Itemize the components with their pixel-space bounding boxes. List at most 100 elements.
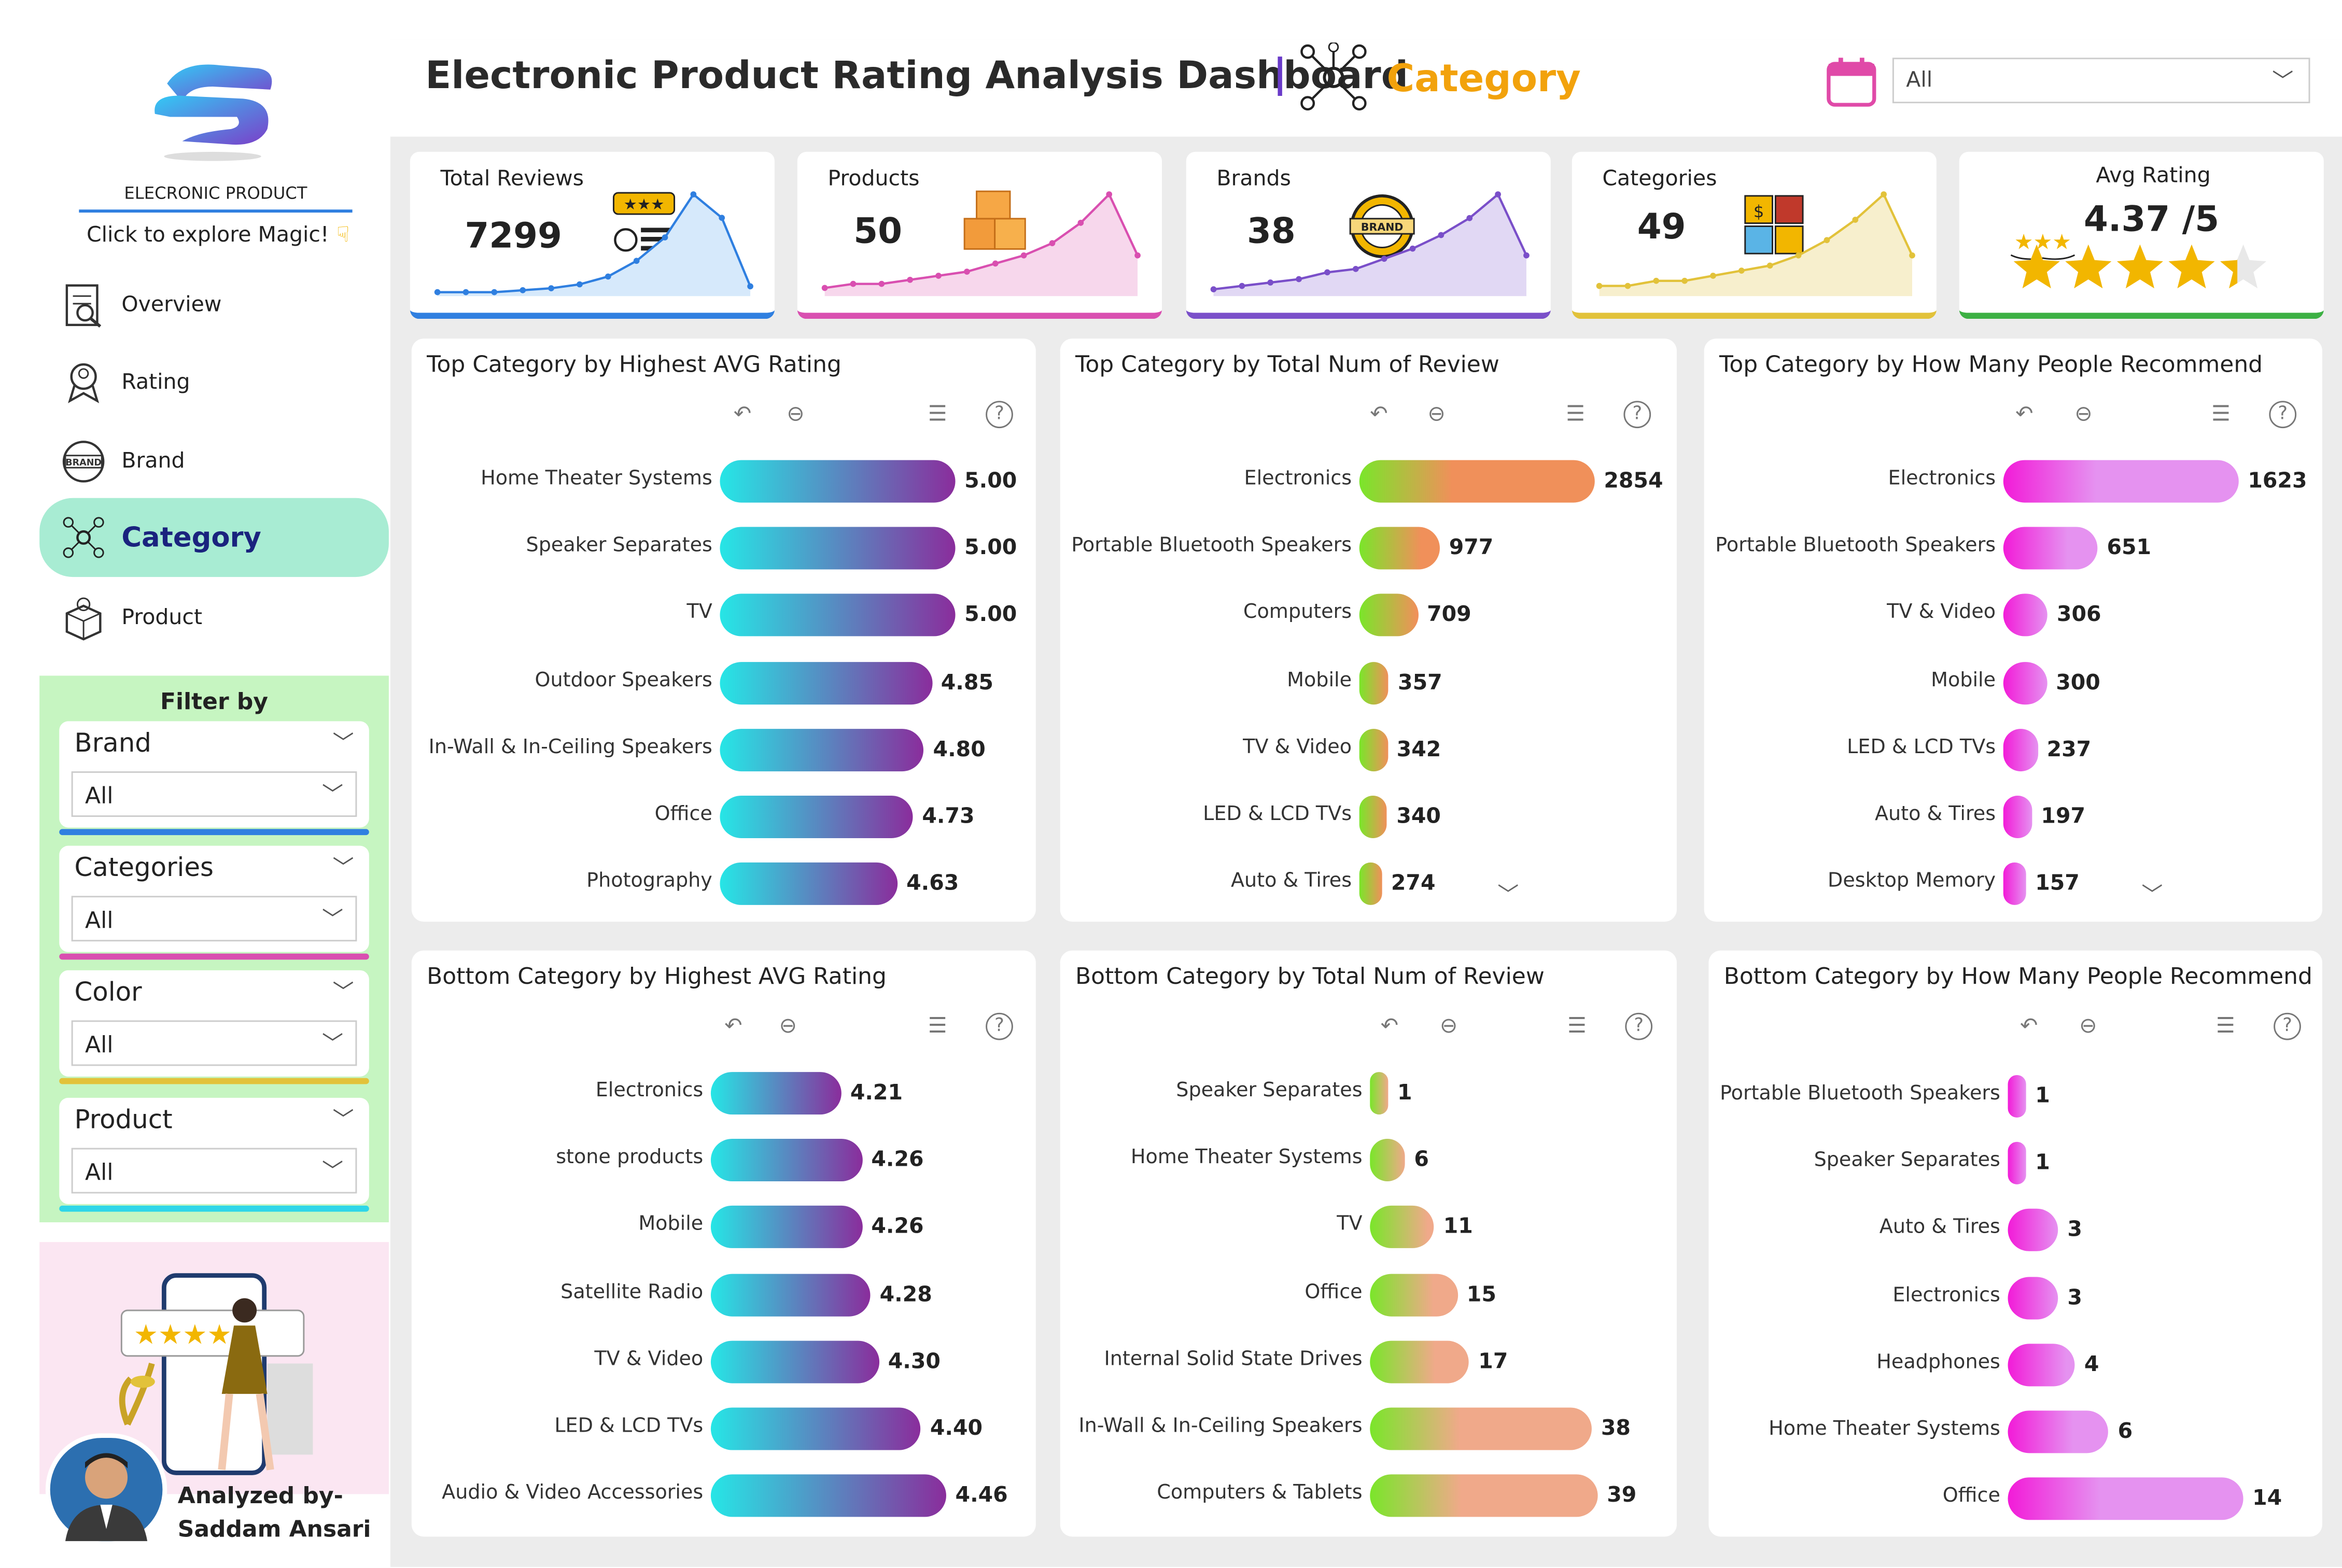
bar-row[interactable]: LED & LCD TVs 4.40 xyxy=(412,1407,1036,1453)
bar[interactable] xyxy=(2003,863,2026,906)
bar-row[interactable]: Mobile 300 xyxy=(1704,661,2322,707)
undo-icon[interactable]: ↶ xyxy=(1381,1014,1398,1039)
bar-row[interactable]: Home Theater Systems 5.00 xyxy=(412,460,1036,506)
bar-row[interactable]: Auto & Tires 274 xyxy=(1060,863,1677,908)
bar-row[interactable]: In-Wall & In-Ceiling Speakers 38 xyxy=(1060,1407,1677,1453)
nav-product[interactable]: Product xyxy=(61,588,380,648)
bar[interactable] xyxy=(710,1273,871,1316)
bar-row[interactable]: TV 5.00 xyxy=(412,594,1036,640)
help-icon[interactable]: ? xyxy=(2269,401,2297,429)
zoom-out-icon[interactable]: ⊖ xyxy=(2079,1014,2097,1039)
bar[interactable] xyxy=(1359,863,1382,906)
bar[interactable] xyxy=(2003,728,2038,771)
bar[interactable] xyxy=(2003,594,2048,637)
list-icon[interactable]: ☰ xyxy=(1567,1014,1587,1039)
nav-overview[interactable]: Overview xyxy=(61,275,380,335)
zoom-out-icon[interactable]: ⊖ xyxy=(1440,1014,1457,1039)
bar-row[interactable]: Office 14 xyxy=(1708,1477,2322,1523)
bar[interactable] xyxy=(2003,460,2239,503)
bar-row[interactable]: Portable Bluetooth Speakers 977 xyxy=(1060,527,1677,573)
bar[interactable] xyxy=(1359,728,1388,771)
bar-row[interactable]: LED & LCD TVs 237 xyxy=(1704,728,2322,774)
bar[interactable] xyxy=(720,460,956,503)
bar[interactable] xyxy=(720,527,956,570)
bar-row[interactable]: Office 4.73 xyxy=(412,795,1036,841)
bar-row[interactable]: Speaker Separates 1 xyxy=(1708,1142,2322,1188)
color-filter-select[interactable]: All ﹀ xyxy=(71,1020,357,1066)
scroll-down-icon[interactable]: ﹀ xyxy=(2141,879,2163,910)
scroll-down-icon[interactable]: ﹀ xyxy=(1497,879,1519,910)
list-icon[interactable]: ☰ xyxy=(2216,1014,2235,1039)
help-icon[interactable]: ? xyxy=(1623,401,1651,429)
bar[interactable] xyxy=(710,1139,862,1182)
bar-row[interactable]: TV & Video 4.30 xyxy=(412,1340,1036,1386)
bar[interactable] xyxy=(1359,661,1389,704)
bar[interactable] xyxy=(2008,1410,2109,1453)
bar-row[interactable]: Desktop Memory 157 xyxy=(1704,863,2322,908)
bar-row[interactable]: stone products 4.26 xyxy=(412,1139,1036,1185)
bar[interactable] xyxy=(1370,1273,1458,1316)
bar-row[interactable]: Internal Solid State Drives 17 xyxy=(1060,1340,1677,1386)
bar[interactable] xyxy=(710,1340,879,1383)
categories-filter-select[interactable]: All ﹀ xyxy=(71,896,357,942)
bar[interactable] xyxy=(1370,1139,1405,1182)
zoom-out-icon[interactable]: ⊖ xyxy=(779,1014,797,1039)
bar[interactable] xyxy=(720,863,897,906)
tagline[interactable]: Click to explore Magic! ☟ xyxy=(87,223,349,248)
bar[interactable] xyxy=(2003,527,2098,570)
product-filter-select[interactable]: All ﹀ xyxy=(71,1148,357,1194)
bar[interactable] xyxy=(2008,1142,2026,1185)
chevron-down-icon[interactable]: ﹀ xyxy=(333,1104,354,1135)
brand-filter-select[interactable]: All ﹀ xyxy=(71,771,357,817)
bar[interactable] xyxy=(2008,1276,2058,1319)
bar[interactable] xyxy=(720,728,924,771)
date-filter-select[interactable]: All ﹀ xyxy=(1892,58,2310,104)
bar[interactable] xyxy=(710,1072,842,1115)
list-icon[interactable]: ☰ xyxy=(1566,402,1585,427)
bar-row[interactable]: Home Theater Systems 6 xyxy=(1060,1139,1677,1185)
nav-category[interactable]: Category xyxy=(39,498,389,577)
bar-row[interactable]: Home Theater Systems 6 xyxy=(1708,1410,2322,1456)
bar-row[interactable]: Portable Bluetooth Speakers 1 xyxy=(1708,1075,2322,1121)
bar[interactable] xyxy=(710,1474,946,1517)
list-icon[interactable]: ☰ xyxy=(928,402,947,427)
bar-row[interactable]: Speaker Separates 5.00 xyxy=(412,527,1036,573)
bar[interactable] xyxy=(1370,1474,1598,1517)
bar[interactable] xyxy=(2003,795,2032,838)
bar-row[interactable]: Electronics 3 xyxy=(1708,1276,2322,1322)
bar[interactable] xyxy=(2008,1343,2075,1386)
chevron-down-icon[interactable]: ﹀ xyxy=(333,852,354,882)
bar[interactable] xyxy=(1359,594,1418,637)
bar-row[interactable]: TV 11 xyxy=(1060,1206,1677,1252)
bar[interactable] xyxy=(710,1206,862,1249)
bar-row[interactable]: Satellite Radio 4.28 xyxy=(412,1273,1036,1319)
bar-row[interactable]: TV & Video 306 xyxy=(1704,594,2322,640)
bar[interactable] xyxy=(1370,1340,1469,1383)
bar[interactable] xyxy=(1359,795,1387,838)
bar[interactable] xyxy=(2003,661,2047,704)
bar[interactable] xyxy=(2008,1209,2058,1252)
bar[interactable] xyxy=(710,1407,921,1450)
undo-icon[interactable]: ↶ xyxy=(2020,1014,2038,1039)
help-icon[interactable]: ? xyxy=(2274,1012,2301,1040)
zoom-out-icon[interactable]: ⊖ xyxy=(787,402,804,427)
undo-icon[interactable]: ↶ xyxy=(734,402,751,427)
undo-icon[interactable]: ↶ xyxy=(724,1014,742,1039)
nav-brand[interactable]: BRAND Brand xyxy=(61,431,380,492)
bar-row[interactable]: LED & LCD TVs 340 xyxy=(1060,795,1677,841)
nav-rating[interactable]: Rating xyxy=(61,352,380,413)
bar-row[interactable]: Audio & Video Accessories 4.46 xyxy=(412,1474,1036,1520)
bar-row[interactable]: Photography 4.63 xyxy=(412,863,1036,908)
undo-icon[interactable]: ↶ xyxy=(2015,402,2033,427)
bar-row[interactable]: Speaker Separates 1 xyxy=(1060,1072,1677,1118)
list-icon[interactable]: ☰ xyxy=(2211,402,2231,427)
bar-row[interactable]: Outdoor Speakers 4.85 xyxy=(412,661,1036,707)
bar[interactable] xyxy=(720,795,913,838)
bar-row[interactable]: Auto & Tires 3 xyxy=(1708,1209,2322,1255)
bar[interactable] xyxy=(1359,527,1440,570)
chevron-down-icon[interactable]: ﹀ xyxy=(333,977,354,1007)
bar[interactable] xyxy=(1359,460,1595,503)
bar-row[interactable]: Mobile 357 xyxy=(1060,661,1677,707)
bar-row[interactable]: Headphones 4 xyxy=(1708,1343,2322,1389)
bar-row[interactable]: Electronics 1623 xyxy=(1704,460,2322,506)
